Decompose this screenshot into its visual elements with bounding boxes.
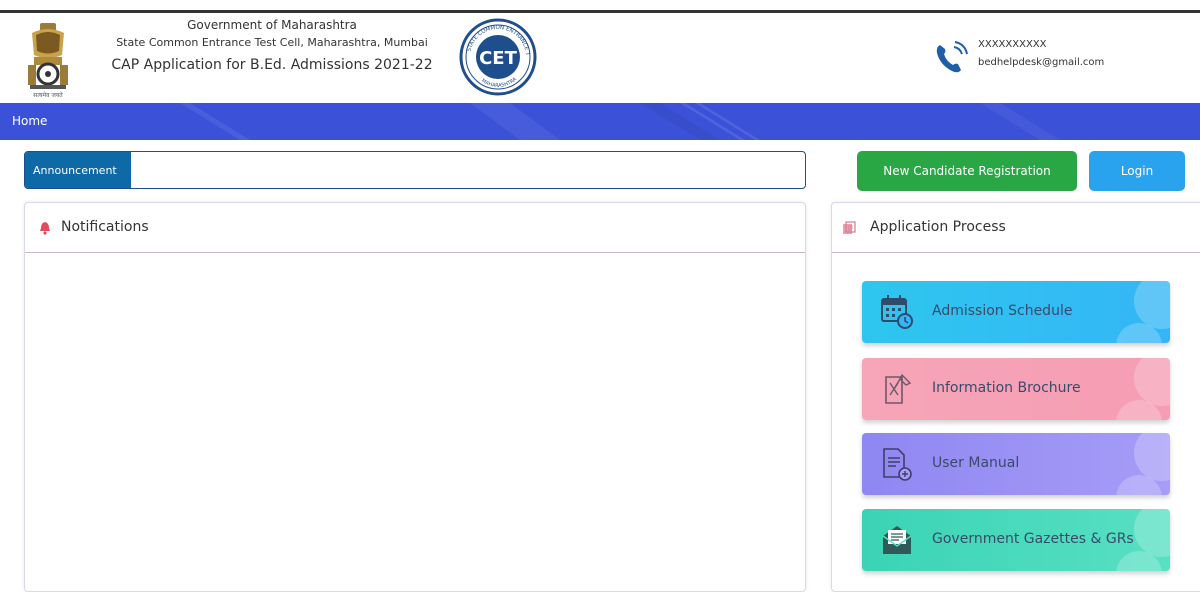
government-gazettes-label: Government Gazettes & GRs	[932, 531, 1134, 547]
envelope-letter-icon	[882, 526, 912, 554]
user-manual-label: User Manual	[932, 455, 1020, 471]
header-cell-name: State Common Entrance Test Cell, Maharas…	[116, 36, 428, 49]
announcement-label: Announcement	[25, 152, 131, 188]
login-button[interactable]: Login	[1089, 151, 1185, 191]
header-title-block: Government of Maharashtra State Common E…	[86, 17, 458, 77]
announcement-bar: Announcement	[24, 151, 806, 189]
tile-decoration	[1134, 281, 1170, 329]
information-brochure-tile[interactable]: Information Brochure	[862, 358, 1170, 420]
header-government: Government of Maharashtra	[187, 18, 357, 32]
admission-schedule-label: Admission Schedule	[932, 303, 1073, 319]
notifications-header: Notifications	[25, 203, 805, 253]
site-header: सत्यमेव जयते Government of Maharashtra S…	[0, 13, 1200, 103]
user-manual-tile[interactable]: User Manual	[862, 433, 1170, 495]
notifications-title: Notifications	[61, 219, 149, 235]
page-title: CAP Application for B.Ed. Admissions 202…	[111, 57, 433, 73]
navbar-pattern	[180, 103, 1060, 140]
tile-decoration	[1134, 433, 1170, 481]
nav-home-link[interactable]: Home	[12, 114, 47, 128]
main-navbar: Home	[0, 103, 1200, 140]
process-icon	[843, 221, 856, 234]
government-gazettes-tile[interactable]: Government Gazettes & GRs	[862, 509, 1170, 571]
document-add-icon	[883, 448, 912, 481]
calendar-clock-icon	[881, 295, 913, 329]
admission-schedule-tile[interactable]: Admission Schedule	[862, 281, 1170, 343]
state-emblem-icon: सत्यमेव जयते	[28, 23, 68, 99]
new-candidate-registration-button[interactable]: New Candidate Registration	[857, 151, 1077, 191]
phone-icon	[936, 41, 968, 73]
application-process-title: Application Process	[870, 219, 1006, 235]
application-process-header: Application Process	[832, 203, 1200, 253]
information-brochure-label: Information Brochure	[932, 380, 1081, 396]
contact-email[interactable]: bedhelpdesk@gmail.com	[978, 57, 1104, 68]
emblem-caption: सत्यमेव जयते	[33, 91, 63, 99]
contact-phone: XXXXXXXXXX	[978, 39, 1047, 50]
cet-logo-icon: STATE COMMON ENTRANCE TEST CELL MAHARASH…	[458, 17, 537, 96]
logo-text: CET	[479, 48, 518, 69]
bell-icon	[40, 222, 50, 235]
tile-decoration	[1134, 358, 1170, 406]
tile-decoration	[1134, 509, 1170, 557]
brochure-icon	[885, 373, 912, 404]
application-process-panel: Application Process Admission Schedule I…	[831, 202, 1200, 592]
notifications-panel: Notifications	[24, 202, 806, 592]
